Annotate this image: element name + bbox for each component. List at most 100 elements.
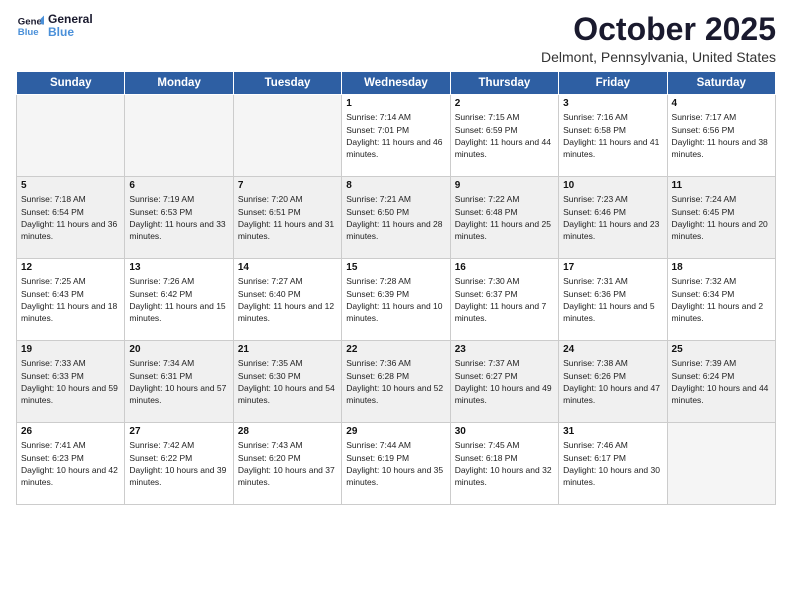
logo: General Blue GeneralBlue — [16, 12, 93, 40]
calendar-cell: 24 Sunrise: 7:38 AMSunset: 6:26 PMDayligh… — [559, 341, 667, 423]
day-number: 3 — [563, 98, 662, 109]
svg-text:Blue: Blue — [18, 27, 39, 38]
day-info: Sunrise: 7:42 AMSunset: 6:22 PMDaylight:… — [129, 439, 228, 488]
day-info: Sunrise: 7:36 AMSunset: 6:28 PMDaylight:… — [346, 357, 445, 406]
calendar-cell: 14 Sunrise: 7:27 AMSunset: 6:40 PMDayligh… — [233, 259, 341, 341]
day-number: 11 — [672, 180, 771, 191]
day-header-tuesday: Tuesday — [233, 72, 341, 95]
day-info: Sunrise: 7:15 AMSunset: 6:59 PMDaylight:… — [455, 111, 554, 160]
day-number: 22 — [346, 344, 445, 355]
day-info: Sunrise: 7:38 AMSunset: 6:26 PMDaylight:… — [563, 357, 662, 406]
day-number: 4 — [672, 98, 771, 109]
calendar-cell: 12 Sunrise: 7:25 AMSunset: 6:43 PMDayligh… — [17, 259, 125, 341]
calendar-cell: 19 Sunrise: 7:33 AMSunset: 6:33 PMDayligh… — [17, 341, 125, 423]
calendar-cell: 4 Sunrise: 7:17 AMSunset: 6:56 PMDaylight… — [667, 95, 775, 177]
day-info: Sunrise: 7:14 AMSunset: 7:01 PMDaylight:… — [346, 111, 445, 160]
calendar-cell: 21 Sunrise: 7:35 AMSunset: 6:30 PMDayligh… — [233, 341, 341, 423]
calendar-cell: 22 Sunrise: 7:36 AMSunset: 6:28 PMDayligh… — [342, 341, 450, 423]
calendar-cell: 20 Sunrise: 7:34 AMSunset: 6:31 PMDayligh… — [125, 341, 233, 423]
day-info: Sunrise: 7:24 AMSunset: 6:45 PMDaylight:… — [672, 193, 771, 242]
day-info: Sunrise: 7:30 AMSunset: 6:37 PMDaylight:… — [455, 275, 554, 324]
day-header-friday: Friday — [559, 72, 667, 95]
day-info: Sunrise: 7:33 AMSunset: 6:33 PMDaylight:… — [21, 357, 120, 406]
day-info: Sunrise: 7:34 AMSunset: 6:31 PMDaylight:… — [129, 357, 228, 406]
week-row-5: 26 Sunrise: 7:41 AMSunset: 6:23 PMDayligh… — [17, 423, 776, 505]
calendar-cell: 13 Sunrise: 7:26 AMSunset: 6:42 PMDayligh… — [125, 259, 233, 341]
calendar-cell: 27 Sunrise: 7:42 AMSunset: 6:22 PMDayligh… — [125, 423, 233, 505]
day-number: 27 — [129, 426, 228, 437]
day-number: 20 — [129, 344, 228, 355]
calendar-cell: 2 Sunrise: 7:15 AMSunset: 6:59 PMDaylight… — [450, 95, 558, 177]
calendar-cell: 23 Sunrise: 7:37 AMSunset: 6:27 PMDayligh… — [450, 341, 558, 423]
day-info: Sunrise: 7:28 AMSunset: 6:39 PMDaylight:… — [346, 275, 445, 324]
day-number: 21 — [238, 344, 337, 355]
day-number: 26 — [21, 426, 120, 437]
week-row-3: 12 Sunrise: 7:25 AMSunset: 6:43 PMDayligh… — [17, 259, 776, 341]
day-info: Sunrise: 7:43 AMSunset: 6:20 PMDaylight:… — [238, 439, 337, 488]
month-title: October 2025 — [541, 12, 776, 47]
calendar-cell: 8Sunrise: 7:21 AMSunset: 6:50 PMDaylight… — [342, 177, 450, 259]
calendar-cell — [667, 423, 775, 505]
calendar-cell — [233, 95, 341, 177]
day-number: 12 — [21, 262, 120, 273]
day-number: 10 — [563, 180, 662, 191]
week-row-4: 19 Sunrise: 7:33 AMSunset: 6:33 PMDayligh… — [17, 341, 776, 423]
day-info: Sunrise: 7:44 AMSunset: 6:19 PMDaylight:… — [346, 439, 445, 488]
day-info: Sunrise: 7:41 AMSunset: 6:23 PMDaylight:… — [21, 439, 120, 488]
day-info: Sunrise: 7:27 AMSunset: 6:40 PMDaylight:… — [238, 275, 337, 324]
day-info: Sunrise: 7:17 AMSunset: 6:56 PMDaylight:… — [672, 111, 771, 160]
logo-icon: General Blue — [16, 12, 44, 40]
day-number: 18 — [672, 262, 771, 273]
day-info: Sunrise: 7:22 AMSunset: 6:48 PMDaylight:… — [455, 193, 554, 242]
day-info: Sunrise: 7:16 AMSunset: 6:58 PMDaylight:… — [563, 111, 662, 160]
day-info: Sunrise: 7:31 AMSunset: 6:36 PMDaylight:… — [563, 275, 662, 324]
day-number: 8 — [346, 180, 445, 191]
calendar-cell: 9 Sunrise: 7:22 AMSunset: 6:48 PMDaylight… — [450, 177, 558, 259]
day-number: 29 — [346, 426, 445, 437]
day-info: Sunrise: 7:39 AMSunset: 6:24 PMDaylight:… — [672, 357, 771, 406]
day-header-saturday: Saturday — [667, 72, 775, 95]
day-info: Sunrise: 7:23 AMSunset: 6:46 PMDaylight:… — [563, 193, 662, 242]
calendar-body: 1Sunrise: 7:14 AMSunset: 7:01 PMDaylight… — [17, 95, 776, 505]
day-number: 23 — [455, 344, 554, 355]
day-number: 9 — [455, 180, 554, 191]
day-number: 6 — [129, 180, 228, 191]
calendar-cell: 10 Sunrise: 7:23 AMSunset: 6:46 PMDayligh… — [559, 177, 667, 259]
calendar-cell: 29 Sunrise: 7:44 AMSunset: 6:19 PMDayligh… — [342, 423, 450, 505]
day-number: 25 — [672, 344, 771, 355]
day-number: 5 — [21, 180, 120, 191]
calendar-cell: 28 Sunrise: 7:43 AMSunset: 6:20 PMDayligh… — [233, 423, 341, 505]
day-number: 19 — [21, 344, 120, 355]
week-row-2: 5 Sunrise: 7:18 AMSunset: 6:54 PMDaylight… — [17, 177, 776, 259]
day-info: Sunrise: 7:26 AMSunset: 6:42 PMDaylight:… — [129, 275, 228, 324]
day-info: Sunrise: 7:37 AMSunset: 6:27 PMDaylight:… — [455, 357, 554, 406]
day-info: Sunrise: 7:35 AMSunset: 6:30 PMDaylight:… — [238, 357, 337, 406]
calendar-cell: 6Sunrise: 7:19 AMSunset: 6:53 PMDaylight… — [125, 177, 233, 259]
day-number: 7 — [238, 180, 337, 191]
day-number: 31 — [563, 426, 662, 437]
day-number: 15 — [346, 262, 445, 273]
day-number: 2 — [455, 98, 554, 109]
calendar-header-row: SundayMondayTuesdayWednesdayThursdayFrid… — [17, 72, 776, 95]
calendar-cell: 15 Sunrise: 7:28 AMSunset: 6:39 PMDayligh… — [342, 259, 450, 341]
calendar-cell: 25 Sunrise: 7:39 AMSunset: 6:24 PMDayligh… — [667, 341, 775, 423]
calendar-cell: 16Sunrise: 7:30 AMSunset: 6:37 PMDayligh… — [450, 259, 558, 341]
day-info: Sunrise: 7:25 AMSunset: 6:43 PMDaylight:… — [21, 275, 120, 324]
day-number: 14 — [238, 262, 337, 273]
calendar-table: SundayMondayTuesdayWednesdayThursdayFrid… — [16, 71, 776, 505]
day-header-wednesday: Wednesday — [342, 72, 450, 95]
calendar-cell: 26 Sunrise: 7:41 AMSunset: 6:23 PMDayligh… — [17, 423, 125, 505]
calendar-cell: 5 Sunrise: 7:18 AMSunset: 6:54 PMDaylight… — [17, 177, 125, 259]
day-header-monday: Monday — [125, 72, 233, 95]
day-info: Sunrise: 7:45 AMSunset: 6:18 PMDaylight:… — [455, 439, 554, 488]
day-info: Sunrise: 7:32 AMSunset: 6:34 PMDaylight:… — [672, 275, 771, 324]
week-row-1: 1Sunrise: 7:14 AMSunset: 7:01 PMDaylight… — [17, 95, 776, 177]
page-container: General Blue GeneralBlue October 2025 De… — [0, 0, 792, 513]
day-info: Sunrise: 7:18 AMSunset: 6:54 PMDaylight:… — [21, 193, 120, 242]
day-number: 13 — [129, 262, 228, 273]
day-number: 28 — [238, 426, 337, 437]
header: General Blue GeneralBlue October 2025 De… — [16, 12, 776, 65]
day-number: 24 — [563, 344, 662, 355]
day-info: Sunrise: 7:20 AMSunset: 6:51 PMDaylight:… — [238, 193, 337, 242]
calendar-cell: 1Sunrise: 7:14 AMSunset: 7:01 PMDaylight… — [342, 95, 450, 177]
